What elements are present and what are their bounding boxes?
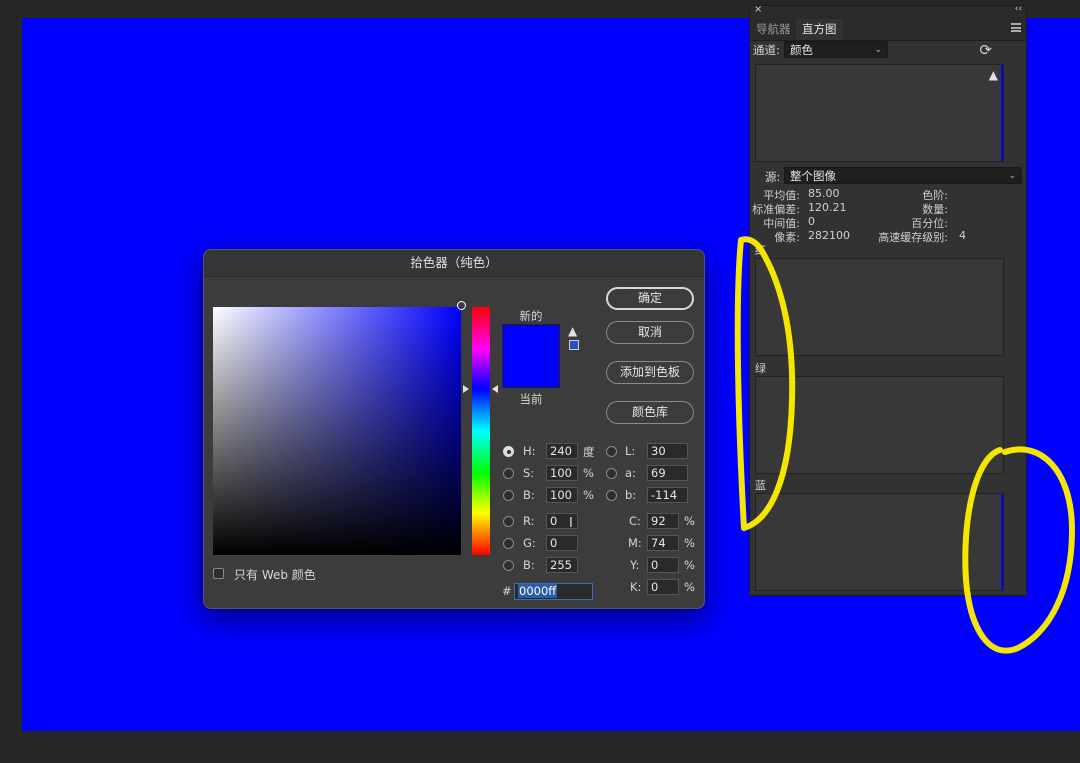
radio-lab-l[interactable] [606, 446, 617, 457]
brightness-input[interactable]: 100 [546, 487, 578, 503]
color-libraries-button[interactable]: 颜色库 [606, 401, 694, 424]
radio-lab-a[interactable] [606, 468, 617, 479]
cancel-button[interactable]: 取消 [606, 321, 694, 344]
green-channel-label: 绿 [755, 362, 766, 375]
radio-saturation[interactable] [503, 468, 514, 479]
brightness-unit: % [583, 488, 594, 502]
refresh-icon[interactable]: ⟳ [979, 41, 992, 59]
hex-value: 0000ff [518, 584, 558, 598]
lab-l-input[interactable]: 30 [647, 443, 688, 459]
cyan-unit: % [684, 514, 695, 528]
web-only-checkbox[interactable] [213, 568, 224, 579]
cyan-label: C: [629, 514, 641, 528]
chevron-down-icon: ⌄ [874, 45, 882, 55]
black-unit: % [684, 580, 695, 594]
hue-label: H: [523, 444, 536, 458]
cache-level-value: 4 [959, 229, 966, 242]
blue-histogram [755, 493, 1004, 591]
blue-channel-label: 蓝 [755, 479, 766, 492]
magenta-label: M: [628, 536, 642, 550]
histogram-blue-spike [1001, 65, 1003, 161]
tab-navigator[interactable]: 导航器 [750, 19, 797, 40]
yellow-input[interactable]: 0 [647, 557, 679, 573]
web-safe-swatch[interactable] [569, 340, 579, 350]
radio-brightness[interactable] [503, 490, 514, 501]
red-input[interactable]: 0 [546, 513, 578, 529]
green-histogram [755, 376, 1004, 474]
hex-input[interactable]: 0000ff [514, 583, 593, 600]
magenta-input[interactable]: 74 [647, 535, 679, 551]
hue-slider-handle-left[interactable] [463, 385, 469, 393]
hue-input[interactable]: 240 [546, 443, 578, 459]
green-input[interactable]: 0 [546, 535, 578, 551]
hue-slider-handle-right[interactable] [492, 385, 498, 393]
red-histogram [755, 258, 1004, 356]
black-input[interactable]: 0 [647, 579, 679, 595]
source-select[interactable]: 整个图像 ⌄ [784, 167, 1022, 184]
green-label: G: [523, 536, 536, 550]
cache-level-label: 高速缓存级别: [878, 231, 948, 244]
yellow-label: Y: [630, 558, 640, 572]
tab-histogram[interactable]: 直方图 [796, 19, 843, 40]
yellow-unit: % [684, 558, 695, 572]
cache-warning-icon[interactable]: ▲ [989, 68, 998, 82]
channel-select-value: 颜色 [790, 43, 813, 57]
brightness-label: B: [523, 488, 535, 502]
radio-blue[interactable] [503, 560, 514, 571]
composite-histogram: ▲ [755, 64, 1004, 162]
lab-l-label: L: [625, 444, 636, 458]
gamut-warning-icon[interactable]: ▲ [568, 324, 577, 338]
color-preview-swatch[interactable] [502, 324, 560, 388]
hue-slider[interactable] [472, 307, 490, 555]
web-only-label: 只有 Web 颜色 [234, 568, 316, 582]
black-label: K: [630, 580, 642, 594]
radio-green[interactable] [503, 538, 514, 549]
new-color-label: 新的 [519, 309, 543, 323]
chevron-down-icon: ⌄ [1008, 171, 1016, 181]
saturation-input[interactable]: 100 [546, 465, 578, 481]
red-channel-label: 红 [755, 244, 766, 257]
saturation-unit: % [583, 466, 594, 480]
histogram-panel: × ‹‹ 导航器 直方图 通道: 颜色 ⌄ ⟳ ▲ 源: 整个图像 ⌄ 平均值:… [749, 4, 1027, 596]
magenta-unit: % [684, 536, 695, 550]
blue-histogram-spike [1001, 494, 1003, 590]
source-label: 源: [765, 170, 781, 184]
radio-lab-b[interactable] [606, 490, 617, 501]
current-color-swatch[interactable] [503, 356, 559, 387]
text-cursor-icon: I [569, 516, 573, 531]
color-field-marker[interactable] [457, 301, 466, 310]
add-to-swatches-button[interactable]: 添加到色板 [606, 361, 694, 384]
radio-red[interactable] [503, 516, 514, 527]
cyan-input[interactable]: 92 [647, 513, 679, 529]
channel-label: 通道: [753, 43, 780, 57]
lab-b-input[interactable]: -114 [647, 487, 688, 503]
color-picker-dialog: 拾色器（纯色） 新的 当前 ▲ 确定 取消 添加到色板 颜色库 H: 240 度… [203, 249, 705, 609]
lab-a-label: a: [625, 466, 636, 480]
radio-hue[interactable] [503, 446, 514, 457]
source-select-value: 整个图像 [790, 169, 836, 183]
color-field[interactable] [213, 301, 466, 555]
lab-b-label: b: [625, 488, 637, 502]
saturation-label: S: [523, 466, 535, 480]
blue-label: B: [523, 558, 535, 572]
lab-a-input[interactable]: 69 [647, 465, 688, 481]
hex-label: # [502, 584, 512, 598]
panel-collapse-icon[interactable]: ‹‹ [1015, 4, 1022, 14]
panel-menu-icon[interactable] [1011, 23, 1021, 32]
red-label: R: [523, 514, 535, 528]
new-color-swatch [503, 325, 559, 356]
channel-select[interactable]: 颜色 ⌄ [784, 41, 888, 58]
blue-input[interactable]: 255 [546, 557, 578, 573]
ok-button[interactable]: 确定 [606, 287, 694, 310]
panel-top-bar: × ‹‹ [750, 4, 1026, 18]
hue-unit: 度 [583, 445, 595, 459]
panel-close-icon[interactable]: × [754, 4, 762, 15]
dialog-title: 拾色器（纯色） [204, 250, 704, 277]
panel-tabs: 导航器 直方图 [750, 18, 1026, 41]
current-color-label: 当前 [519, 392, 543, 406]
